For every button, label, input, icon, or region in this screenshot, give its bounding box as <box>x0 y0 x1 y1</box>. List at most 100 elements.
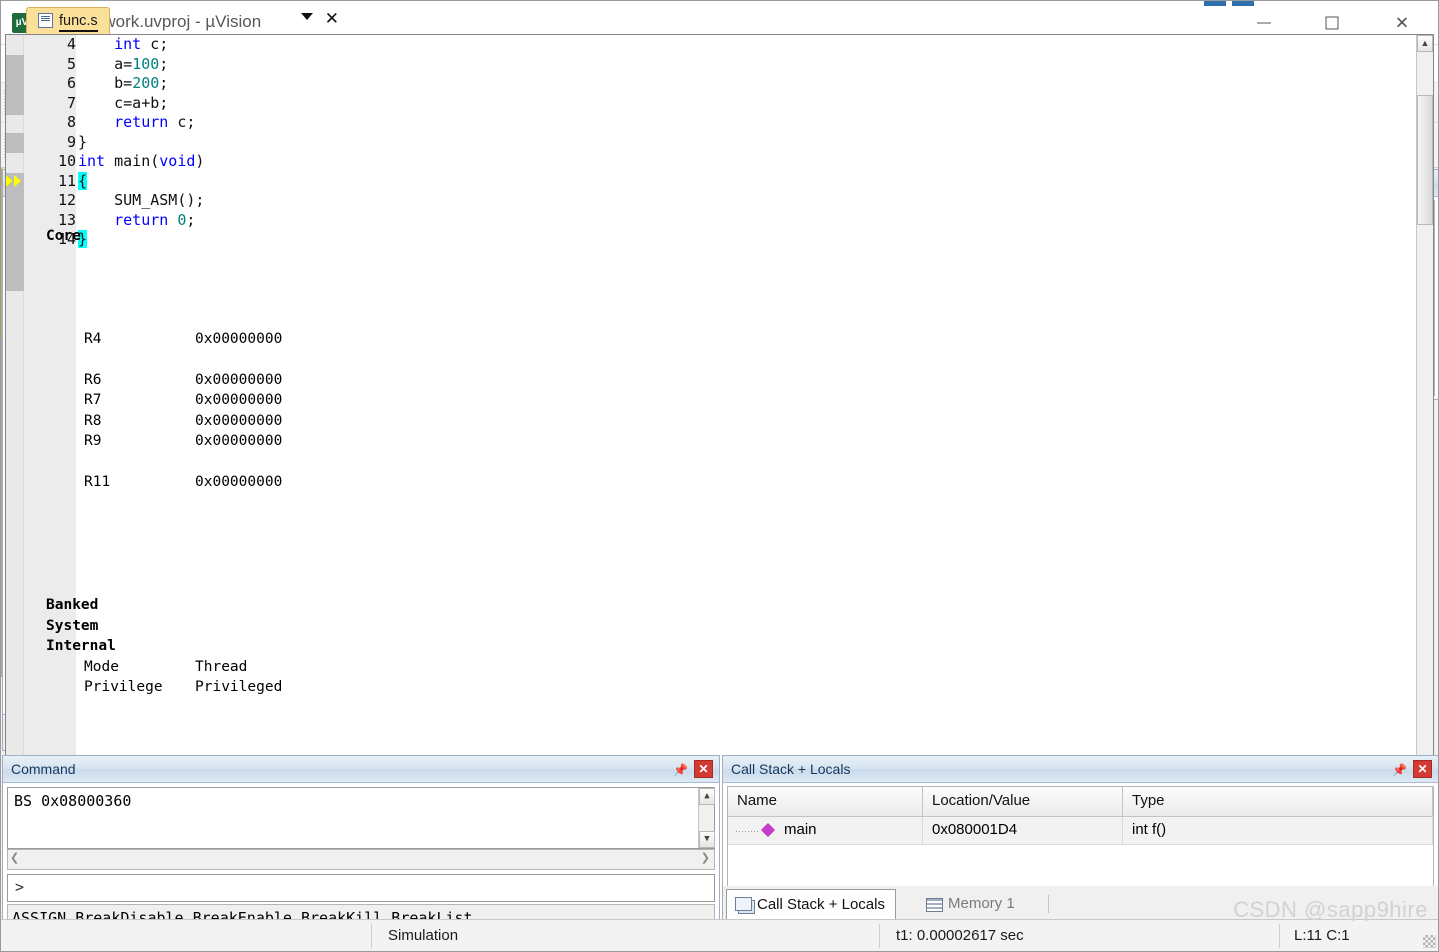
command-output-vertical-scrollbar[interactable]: ▲ ▼ <box>698 788 715 848</box>
editor-left-tabbar: func.s ✕ <box>2 2 350 35</box>
editor-tab-label: func.s <box>59 13 98 32</box>
line-number: 10 <box>57 152 76 170</box>
command-output[interactable]: BS 0x08000360 ▲ ▼ <box>7 787 715 849</box>
table-row[interactable]: main 0x080001D4 int f() <box>728 817 1433 845</box>
code-line[interactable]: return 0; <box>78 211 1415 231</box>
bottom-tab-divider <box>1048 895 1049 913</box>
register-value[interactable]: 0x080001D4 <box>195 556 282 572</box>
editor-tab-func-s[interactable]: func.s <box>26 7 110 35</box>
asm-file-icon <box>38 13 53 28</box>
register-name: R11 <box>84 474 111 490</box>
register-name: R1 <box>84 269 102 285</box>
scroll-thumb[interactable] <box>1417 95 1433 225</box>
status-divider <box>1279 924 1280 948</box>
code-line[interactable]: int c; <box>78 35 1415 55</box>
line-number: 6 <box>66 74 76 92</box>
register-value[interactable]: 0x20000014 <box>195 351 282 367</box>
code-line[interactable]: b=200; <box>78 74 1415 94</box>
register-name: R9 <box>84 433 102 449</box>
call-stack-name: main <box>784 821 817 838</box>
call-stack-column-headers: Name Location/Value Type <box>728 787 1433 817</box>
register-value[interactable]: 0x20000278 <box>195 290 282 306</box>
bottom-tab-memory-1[interactable]: Memory 1 <box>918 889 1025 920</box>
chevron-down-icon[interactable] <box>301 13 313 20</box>
code-line[interactable]: int main(void) <box>78 152 1415 172</box>
register-name: R5 <box>84 351 102 367</box>
memory-icon <box>926 898 943 912</box>
register-name: R0 <box>84 248 102 265</box>
register-value[interactable]: Privileged <box>195 679 282 695</box>
call-stack-panel-header: Call Stack + Locals ✕ <box>723 756 1438 783</box>
code-line[interactable]: a=100; <box>78 55 1415 75</box>
uvision-window: µV F:\homework.uvproj - µVision ✕ File E… <box>0 0 1439 952</box>
register-name: Banked <box>46 597 99 613</box>
auto-hide-pin-icon[interactable] <box>673 761 689 777</box>
register-name: Core <box>46 228 81 244</box>
register-name: R3 <box>84 310 102 326</box>
status-target: Simulation <box>388 927 459 944</box>
register-value[interactable]: Thread <box>195 659 247 675</box>
register-value[interactable]: 0x080001BB <box>195 536 282 552</box>
command-output-text: BS 0x08000360 <box>14 792 132 810</box>
register-value[interactable]: 0x00000000 <box>195 474 282 490</box>
register-name: R15 (PC) <box>84 556 154 572</box>
line-number: 9 <box>66 132 76 151</box>
column-header-name[interactable]: Name <box>728 787 923 816</box>
line-number: 11 <box>57 171 76 190</box>
call-stack-icon <box>735 897 752 911</box>
register-name: Mode <box>84 658 119 675</box>
close-icon[interactable]: ✕ <box>1413 760 1432 778</box>
call-stack-location-cell: 0x080001D4 <box>923 817 1123 845</box>
register-value[interactable]: 0x21000000 <box>195 577 282 593</box>
code-line[interactable]: { <box>78 171 1415 192</box>
scroll-up-icon[interactable]: ▲ <box>1417 35 1433 52</box>
register-value[interactable]: 0x20000078 <box>195 249 282 265</box>
scroll-down-icon[interactable]: ▼ <box>699 831 715 848</box>
status-cursor-position: L:11 C:1 <box>1294 927 1350 944</box>
tree-connector <box>736 831 758 832</box>
command-prompt: > <box>15 878 25 896</box>
gutter-marker <box>6 55 24 115</box>
command-output-horizontal-scrollbar[interactable]: ❮ ❯ <box>7 849 715 870</box>
column-header-location[interactable]: Location/Value <box>923 787 1123 816</box>
code-line[interactable]: } <box>78 133 1415 153</box>
register-name: System <box>46 617 99 634</box>
register-value[interactable]: 0x20000054 <box>195 495 282 511</box>
close-icon[interactable]: ✕ <box>325 9 339 29</box>
scroll-right-icon[interactable]: ❯ <box>701 851 710 864</box>
code-line[interactable]: SUM_ASM(); <box>78 191 1415 211</box>
call-stack-panel-title: Call Stack + Locals <box>731 761 851 777</box>
auto-hide-pin-icon[interactable] <box>1392 761 1408 777</box>
column-header-type[interactable]: Type <box>1123 787 1433 816</box>
close-icon[interactable]: ✕ <box>694 760 713 778</box>
function-diamond-icon <box>760 822 776 838</box>
command-input[interactable]: > <box>7 874 715 902</box>
register-value[interactable]: 0x00000000 <box>195 331 282 347</box>
register-value[interactable]: 0x00000000 <box>195 413 282 429</box>
gutter-marker <box>6 133 24 153</box>
bottom-tab-call-stack-locals[interactable]: Call Stack + Locals <box>726 889 896 920</box>
line-number: 8 <box>66 113 76 131</box>
code-line[interactable]: } <box>78 230 1415 250</box>
command-panel-title: Command <box>11 761 76 777</box>
scroll-left-icon[interactable]: ❮ <box>10 851 19 864</box>
register-name: R13 (SP) <box>84 515 154 531</box>
register-value[interactable]: 0x20000278 <box>195 310 282 326</box>
resize-grip[interactable] <box>1423 935 1436 948</box>
bottom-tab-label: Call Stack + Locals <box>757 896 885 913</box>
register-value[interactable]: 0x20000278 <box>195 269 282 285</box>
code-line[interactable]: c=a+b; <box>78 94 1415 114</box>
register-name: Internal <box>46 638 116 654</box>
call-stack-type-cell: int f() <box>1123 817 1433 845</box>
status-divider <box>879 924 880 948</box>
register-name: R14 (LR) <box>84 535 154 552</box>
register-value[interactable]: 0x20000678 <box>195 515 282 531</box>
code-line[interactable]: return c; <box>78 113 1415 133</box>
scroll-up-icon[interactable]: ▲ <box>699 788 715 805</box>
register-value[interactable]: 0x00000000 <box>195 392 282 408</box>
register-value[interactable]: 0x00000000 <box>195 372 282 388</box>
register-value[interactable]: 0x080004A4 <box>195 454 282 470</box>
register-name: xPSR <box>84 576 119 593</box>
line-number: 12 <box>57 191 76 209</box>
register-value[interactable]: 0x00000000 <box>195 433 282 449</box>
